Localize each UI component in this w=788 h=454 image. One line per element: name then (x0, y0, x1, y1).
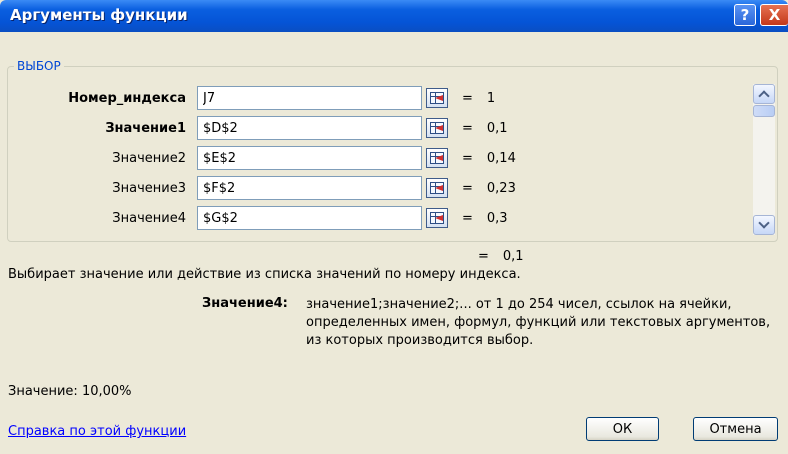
arg-result-value2: = 0,14 (462, 151, 516, 166)
arg-input-value2[interactable] (197, 146, 422, 170)
function-result: = 0,1 (478, 249, 524, 264)
arg-label-index: Номер_индекса (68, 91, 186, 106)
collapse-dialog-icon[interactable] (426, 208, 448, 228)
arg-result-value4: = 0,3 (462, 211, 508, 226)
equals-sign: = (462, 211, 473, 226)
formula-result: Значение: 10,00% (8, 384, 132, 399)
function-description: Выбирает значение или действие из списка… (8, 267, 521, 282)
arg-result-value1: = 0,1 (462, 121, 508, 136)
collapse-dialog-icon[interactable] (426, 118, 448, 138)
arg-label-value4: Значение4 (112, 211, 186, 226)
arg-result-value: 0,3 (486, 211, 508, 226)
arg-input-value1[interactable] (197, 116, 422, 140)
equals-sign: = (462, 181, 473, 196)
scrollbar-thumb[interactable] (753, 105, 775, 117)
arg-input-index[interactable] (197, 86, 422, 110)
chevron-down-icon[interactable] (753, 215, 775, 235)
arg-result-value: 0,14 (486, 151, 516, 166)
arg-input-value3[interactable] (197, 176, 422, 200)
title-bar[interactable]: Аргументы функции ? X (0, 0, 788, 32)
arg-result-value3: = 0,23 (462, 181, 516, 196)
argument-help-label: Значение4: (202, 296, 288, 311)
function-name-label: ВЫБОР (14, 59, 64, 73)
chevron-up-icon[interactable] (753, 84, 775, 104)
collapse-dialog-icon[interactable] (426, 88, 448, 108)
ok-button[interactable]: ОК (586, 417, 659, 441)
arg-label-value1: Значение1 (105, 121, 186, 136)
function-result-value: 0,1 (502, 249, 524, 264)
arg-result-value: 0,23 (486, 181, 516, 196)
arg-result-value: 0,1 (486, 121, 508, 136)
collapse-dialog-icon[interactable] (426, 178, 448, 198)
equals-sign: = (462, 151, 473, 166)
arg-label-value2: Значение2 (112, 151, 186, 166)
arg-result-index: = 1 (462, 91, 495, 106)
window-title: Аргументы функции (10, 6, 188, 24)
equals-sign: = (478, 249, 489, 264)
arg-label-value3: Значение3 (112, 181, 186, 196)
collapse-dialog-icon[interactable] (426, 148, 448, 168)
argument-help-text: значение1;значение2;... от 1 до 254 чисе… (306, 297, 771, 348)
close-button[interactable]: X (760, 4, 788, 26)
help-link[interactable]: Справка по этой функции (8, 424, 186, 439)
arg-result-value: 1 (486, 91, 496, 106)
cancel-button[interactable]: Отмена (693, 417, 778, 441)
arguments-scrollbar[interactable] (753, 84, 775, 235)
arg-input-value4[interactable] (197, 206, 422, 230)
equals-sign: = (462, 121, 473, 136)
help-button[interactable]: ? (734, 4, 756, 26)
function-arguments-dialog: Аргументы функции ? X ВЫБОР Номер_индекс… (0, 0, 788, 454)
equals-sign: = (462, 91, 473, 106)
